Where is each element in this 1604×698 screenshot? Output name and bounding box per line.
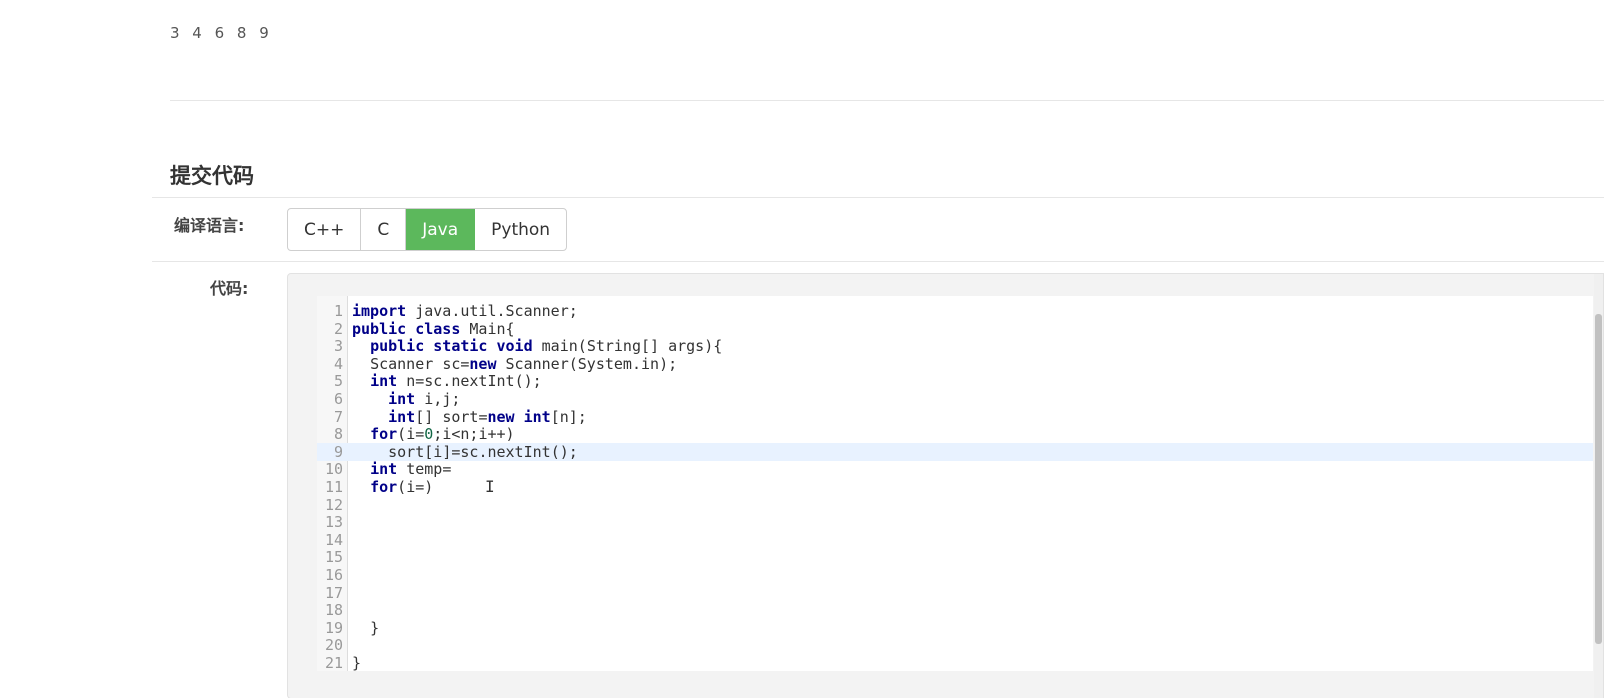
line-number: 10: [324, 460, 343, 479]
code-editor[interactable]: 1 import java.util.Scanner; 2 public class …: [317, 296, 1593, 671]
code-text: int i,j;: [388, 390, 461, 408]
code-line[interactable]: 18: [317, 601, 1593, 619]
code-text: sort[i]=sc.nextInt();: [388, 442, 578, 461]
code-text: }: [370, 618, 380, 637]
page: 3 4 6 8 9 提交代码 编译语言: C++ C Java Python 代码: …: [0, 0, 1604, 698]
line-number: 14: [324, 530, 343, 549]
code-line[interactable]: 8 for(i=0;i<n;i++): [317, 425, 1593, 443]
line-number: 1: [333, 302, 343, 320]
language-button-c[interactable]: C: [361, 209, 407, 250]
code-line[interactable]: 9 sort[i]=sc.nextInt();: [317, 442, 1593, 461]
line-number: 16: [324, 566, 343, 584]
line-number: 13: [324, 513, 343, 532]
line-number: 15: [324, 548, 343, 567]
code-line[interactable]: 16: [317, 566, 1593, 584]
line-number: 3: [333, 337, 343, 356]
code-label: 代码:: [210, 279, 249, 298]
code-text: import java.util.Scanner;: [352, 302, 578, 320]
code-line[interactable]: 2 public class Main{: [317, 320, 1593, 338]
line-number: 8: [333, 425, 343, 444]
code-line[interactable]: 20: [317, 636, 1593, 654]
code-text: Scanner sc=new Scanner(System.in);: [370, 354, 678, 373]
code-line[interactable]: 7 int[] sort=new int[n];: [317, 408, 1593, 426]
editor-scrollbar[interactable]: [1594, 274, 1603, 698]
language-selector: C++ C Java Python: [287, 208, 568, 251]
code-line[interactable]: 1 import java.util.Scanner;: [317, 302, 1593, 320]
code-line[interactable]: 19 }: [317, 619, 1593, 637]
code-line[interactable]: 3 public static void main(String[] args)…: [317, 337, 1593, 355]
code-line[interactable]: 17: [317, 584, 1593, 602]
code-text: for(i=): [370, 478, 434, 496]
code-text: }: [352, 654, 362, 671]
line-number: 5: [333, 372, 343, 391]
line-number: 9: [333, 442, 343, 461]
line-number: 12: [324, 495, 343, 514]
code-text: int temp=: [370, 460, 452, 479]
line-number: 18: [324, 601, 343, 620]
sample-output: 3 4 6 8 9: [170, 24, 273, 42]
code-line[interactable]: 15: [317, 548, 1593, 566]
code-text: for(i=0;i<n;i++): [370, 425, 515, 444]
code-line[interactable]: 10 int temp=: [317, 460, 1593, 478]
code-line[interactable]: 4 Scanner sc=new Scanner(System.in);: [317, 355, 1593, 373]
text-cursor-icon: I: [485, 477, 495, 496]
line-number: 20: [324, 636, 343, 655]
line-number: 4: [333, 354, 343, 373]
code-text: int[] sort=new int[n];: [388, 407, 587, 426]
code-text: int n=sc.nextInt();: [370, 372, 542, 391]
code-text: public static void main(String[] args){: [370, 337, 723, 356]
code-line[interactable]: 14: [317, 531, 1593, 549]
divider: [152, 261, 1604, 262]
section-title: 提交代码: [170, 164, 254, 188]
code-line[interactable]: 12: [317, 496, 1593, 514]
line-number: 6: [333, 390, 343, 408]
language-button-java[interactable]: Java: [406, 209, 476, 250]
code-text: public class Main{: [352, 319, 515, 338]
language-button-python[interactable]: Python: [475, 209, 566, 250]
line-number: 19: [324, 618, 343, 637]
line-number: 17: [324, 583, 343, 602]
code-line[interactable]: 5 int n=sc.nextInt();: [317, 372, 1593, 390]
divider: [170, 100, 1604, 101]
code-line[interactable]: 21}: [317, 654, 1593, 671]
line-number: 11: [324, 478, 343, 496]
code-line[interactable]: 11 for(i=): [317, 478, 1593, 496]
language-button-cpp[interactable]: C++: [288, 209, 362, 250]
line-number: 7: [333, 407, 343, 426]
line-number: 2: [333, 319, 343, 338]
code-line[interactable]: 13: [317, 513, 1593, 531]
divider: [152, 197, 1604, 198]
code-line[interactable]: 6 int i,j;: [317, 390, 1593, 408]
line-number: 21: [324, 654, 343, 671]
scrollbar-thumb[interactable]: [1595, 314, 1602, 644]
language-label: 编译语言:: [174, 216, 245, 235]
